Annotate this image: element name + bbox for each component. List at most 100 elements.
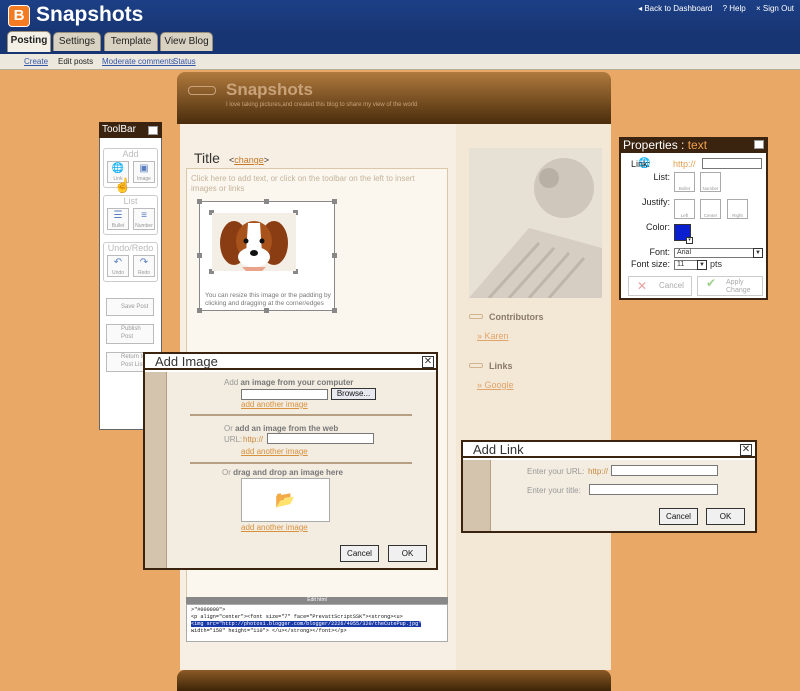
dropdown-icon[interactable]: ▾ <box>686 237 693 244</box>
close-icon[interactable]: ✕ <box>422 356 434 368</box>
minimize-icon[interactable] <box>754 140 764 149</box>
subnav-status[interactable]: Status <box>173 57 196 66</box>
insert-image-button[interactable]: ▣ Image <box>133 161 155 183</box>
justify-center-option[interactable]: Center <box>700 199 721 219</box>
code-line: <img src="http://photos1.blogger.com/blo… <box>191 621 422 627</box>
resize-handle[interactable] <box>197 253 202 258</box>
divider <box>190 414 412 416</box>
tab-view-blog[interactable]: View Blog <box>160 32 213 51</box>
contributor-link[interactable]: » Karen <box>477 331 509 341</box>
subnav-moderate-comments[interactable]: Moderate comments <box>102 57 175 66</box>
link-title-input[interactable] <box>589 484 718 495</box>
minimize-icon[interactable] <box>148 126 158 135</box>
redo-icon: ↷ <box>139 257 149 268</box>
undo-button[interactable]: ↶ Undo <box>107 255 129 277</box>
redo-button[interactable]: ↷ Redo <box>133 255 155 277</box>
bullet-list-icon: ☰ <box>113 210 123 221</box>
numbered-list-icon: ≡ <box>141 210 147 221</box>
resize-handle[interactable] <box>197 308 202 313</box>
blogger-logo-icon: B <box>8 5 30 27</box>
sub-navigation: Create Edit posts Moderate comments Stat… <box>0 54 800 70</box>
web-image-label: Or add an image from the web <box>224 424 339 433</box>
code-line: <p align="center"><font size="7" face="P… <box>191 614 403 620</box>
cancel-button[interactable]: Cancel <box>659 508 698 525</box>
add-image-title[interactable]: Add Image <box>145 354 436 370</box>
close-icon[interactable]: ✕ <box>740 444 752 456</box>
tab-settings[interactable]: Settings <box>53 32 101 51</box>
numbered-list-option[interactable]: Number <box>700 172 721 192</box>
resize-handle[interactable] <box>264 199 269 204</box>
hand-cursor-icon: ☝ <box>114 177 132 193</box>
justify-left-option[interactable]: Left <box>674 199 695 219</box>
google-link[interactable]: » Google <box>477 380 514 390</box>
font-select[interactable]: Arial <box>674 248 763 258</box>
add-another-image-link[interactable]: add another image <box>241 523 308 532</box>
globe-link-icon: 🌐 <box>111 163 125 174</box>
html-code-editor[interactable]: >"#000000"> <p align="center"><font size… <box>186 604 448 642</box>
change-title-link[interactable]: change <box>234 155 264 165</box>
apply-change-button[interactable]: ✔ Apply Change <box>697 276 763 296</box>
justify-right-option[interactable]: Right <box>727 199 748 219</box>
resize-handle[interactable] <box>332 308 337 313</box>
header-arrow-icon <box>188 86 216 95</box>
chevron-down-icon[interactable]: ▼ <box>697 260 707 270</box>
bullet-list-button[interactable]: ☰ Bullet <box>107 208 129 230</box>
sign-out-link[interactable]: × Sign Out <box>756 4 794 13</box>
image-caption: You can resize this image or the padding… <box>205 292 331 307</box>
resize-handle[interactable] <box>264 308 269 313</box>
add-another-image-link[interactable]: add another image <box>241 400 308 409</box>
save-post-button[interactable]: Save Post <box>106 298 154 316</box>
sidebar-camera-image <box>469 148 602 298</box>
url-prefix: http:// <box>243 435 264 444</box>
content-hint: Click here to add text, or click on the … <box>191 174 415 193</box>
contributors-heading: Contributors <box>489 312 544 322</box>
chevron-down-icon[interactable]: ▼ <box>753 248 763 258</box>
link-prefix: http:// <box>673 159 696 169</box>
tab-template[interactable]: Template <box>104 32 158 51</box>
url-prefix: http:// <box>588 467 609 476</box>
ok-button[interactable]: OK <box>388 545 427 562</box>
link-url-input[interactable] <box>702 158 762 169</box>
color-label: Color: <box>645 222 670 232</box>
bullet-list-option[interactable]: Bullet <box>674 172 695 192</box>
resize-handle[interactable] <box>332 253 337 258</box>
link-title-label: Enter your title: <box>527 486 581 495</box>
app-brand: Snapshots <box>36 3 144 26</box>
link-label: Link: <box>630 159 650 169</box>
font-size-label: Font size: <box>630 259 670 269</box>
file-path-input[interactable] <box>241 389 328 400</box>
tab-posting[interactable]: Posting <box>7 31 51 52</box>
resize-handle[interactable] <box>197 199 202 204</box>
ok-button[interactable]: OK <box>706 508 745 525</box>
image-url-input[interactable] <box>267 433 374 444</box>
subnav-create[interactable]: Create <box>24 57 48 66</box>
add-another-image-link[interactable]: add another image <box>241 447 308 456</box>
edit-html-label: Edit html <box>307 597 327 603</box>
url-label: URL: <box>224 435 243 444</box>
subnav-edit-posts[interactable]: Edit posts <box>58 57 93 66</box>
font-size-unit: pts <box>710 259 723 269</box>
link-url-input[interactable] <box>611 465 718 476</box>
url-label: Enter your URL: <box>527 467 585 476</box>
browse-button[interactable]: Browse... <box>331 388 376 400</box>
properties-cancel-button[interactable]: ✕ Cancel <box>628 276 692 296</box>
blog-footer <box>177 670 611 691</box>
publish-post-button[interactable]: Publish Post <box>106 324 154 344</box>
numbered-list-button[interactable]: ≡ Number <box>133 208 155 230</box>
help-link[interactable]: ? Help <box>723 4 746 13</box>
justify-label: Justify: <box>641 197 670 207</box>
bullet-icon <box>469 314 483 319</box>
puppy-image[interactable] <box>212 213 296 271</box>
drag-drop-label: Or drag and drop an image here <box>222 468 343 477</box>
back-to-dashboard-link[interactable]: ◂ Back to Dashboard <box>638 4 712 13</box>
properties-title[interactable]: Properties : text <box>619 137 768 153</box>
x-icon: ✕ <box>637 279 648 293</box>
arrow-icon: » <box>477 380 485 390</box>
resize-handle[interactable] <box>332 199 337 204</box>
computer-upload-label: Add an image from your computer <box>224 378 354 387</box>
add-link-title[interactable]: Add Link <box>463 442 755 458</box>
divider <box>190 462 412 464</box>
edit-html-bar[interactable]: Edit html <box>186 597 448 604</box>
post-title-label: Title <box>194 150 220 166</box>
cancel-button[interactable]: Cancel <box>340 545 379 562</box>
